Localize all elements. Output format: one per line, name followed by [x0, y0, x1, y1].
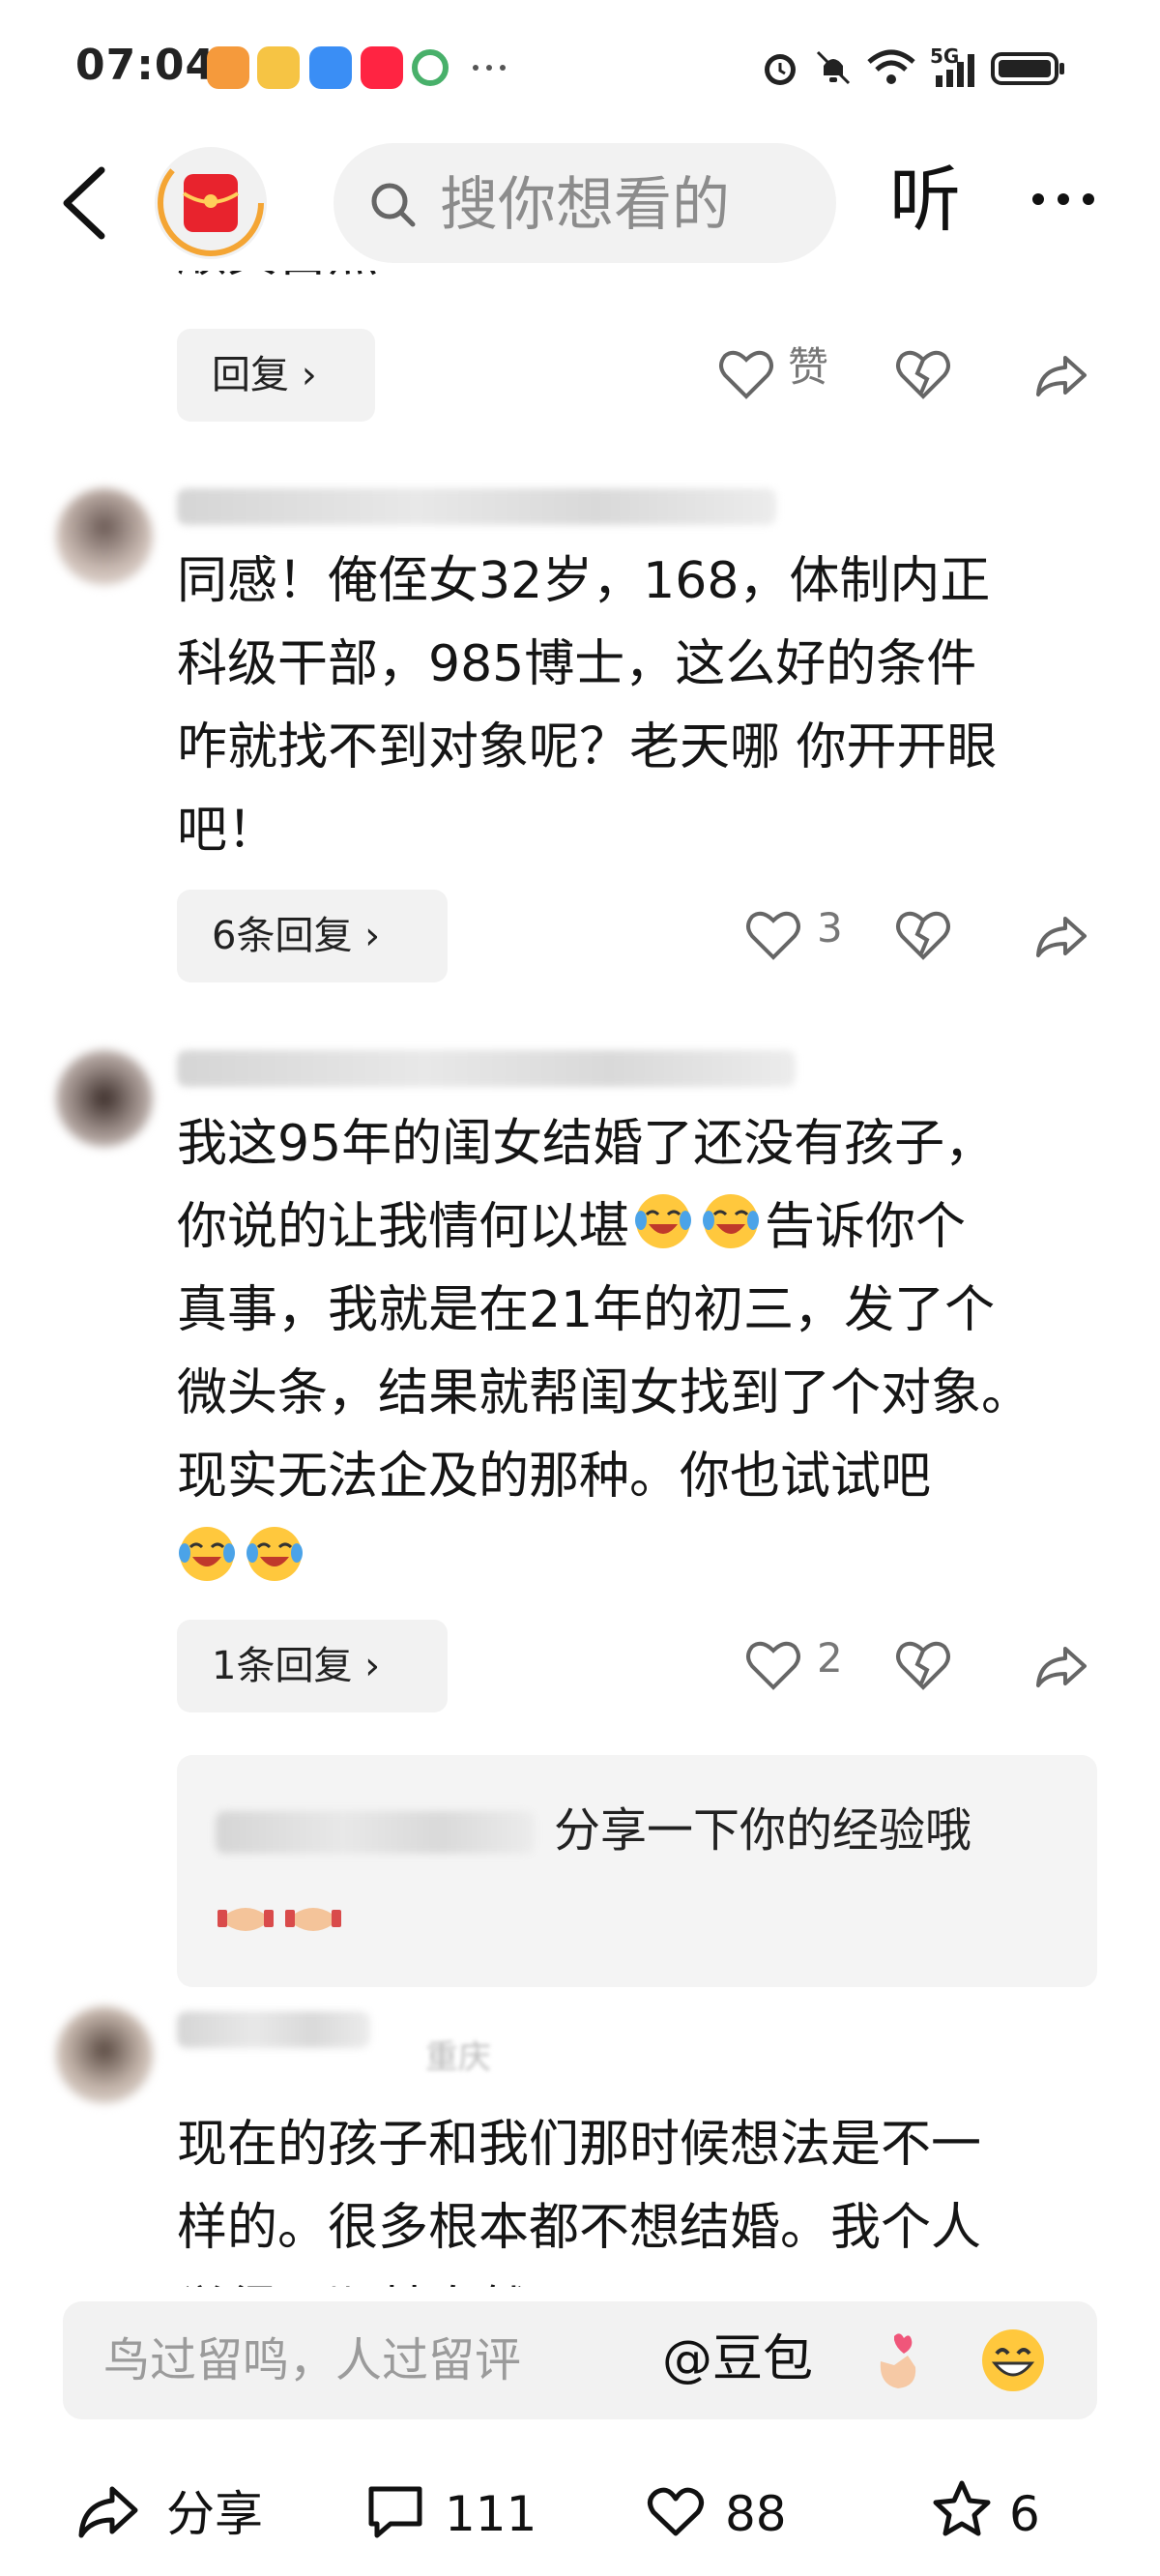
- status-time: 07:04: [75, 41, 217, 90]
- bottom-toolbar: 分享 111 88 6: [0, 2446, 1160, 2576]
- like-label: 赞: [788, 343, 829, 391]
- chevron-right-icon: ›: [364, 914, 381, 958]
- commenter-location: 重庆: [425, 2038, 491, 2077]
- commenter-name-blurred[interactable]: [177, 1050, 796, 1087]
- comment-text: 我这95年的闺女结婚了还没有孩子， 你说的让我情何以堪 告诉你个 真事，我就是在2…: [177, 1102, 1124, 1601]
- comment-text: 顺其自然: [177, 271, 1124, 296]
- nested-reply-preview[interactable]: 分享一下你的经验哦: [177, 1755, 1097, 1987]
- message-app-icon: [309, 46, 352, 89]
- like-icon[interactable]: [744, 897, 802, 975]
- like-icon[interactable]: [744, 1627, 802, 1705]
- comments-count: 111: [445, 2486, 537, 2542]
- comments-button[interactable]: 111: [365, 2464, 559, 2561]
- comment-icon: [368, 2486, 422, 2538]
- favorites-count: 6: [1009, 2486, 1040, 2542]
- wifi-icon: [867, 49, 915, 84]
- share-label: 分享: [166, 2486, 263, 2542]
- dislike-icon[interactable]: [894, 897, 952, 975]
- laughing-crying-emoji-icon: [703, 1194, 760, 1248]
- comment-text: 同感！俺侄女32岁，168，体制内正 科级干部，985博士，这么好的条件 咋就找…: [177, 540, 1124, 872]
- handshake-emoji-icon: [218, 1908, 274, 1931]
- reply-author-blurred: [216, 1811, 535, 1854]
- share-button[interactable]: 分享: [77, 2464, 271, 2561]
- comment-line: 微头条，结果就帮闺女找到了个对象。: [177, 1364, 1032, 1422]
- red-envelope-avatar[interactable]: [155, 147, 267, 259]
- like-count: 3: [817, 904, 843, 951]
- green-app-icon: [412, 49, 449, 86]
- back-arrow-icon[interactable]: [53, 164, 121, 242]
- comment-list[interactable]: 顺其自然 回复 › 赞 同感！俺侄女32岁，168，体制内正 科级干部，985博…: [0, 271, 1160, 2287]
- comment-line: 咋就找不到对象呢？老天哪 你开开眼: [177, 718, 998, 776]
- comment-line: 吧！: [177, 802, 278, 860]
- laughing-crying-emoji-icon: [179, 1527, 235, 1581]
- comment-line: 觉得，顺其自然吧。: [177, 2269, 1124, 2287]
- likes-count: 88: [725, 2486, 787, 2542]
- comment-line: 我这95年的闺女结婚了还没有孩子，: [177, 1115, 996, 1173]
- view-replies-button[interactable]: 1条回复 ›: [177, 1620, 448, 1712]
- reply-count-label: 1条回复: [212, 1644, 353, 1688]
- mute-icon: [816, 50, 851, 85]
- dislike-icon[interactable]: [894, 1627, 952, 1705]
- comment-input[interactable]: 鸟过留鸣，人过留评 @豆包: [63, 2301, 1097, 2419]
- status-bar: 07:04 5G: [0, 0, 1160, 135]
- comment-fragment: 告诉你个: [765, 1198, 967, 1256]
- mention-doubao-button[interactable]: @豆包: [662, 2330, 813, 2388]
- commenter-name-blurred[interactable]: [177, 2011, 370, 2048]
- share-comment-icon[interactable]: [1032, 337, 1090, 414]
- comment-line: 样的。很多根本都不想结婚。我个人: [177, 2199, 982, 2257]
- handshake-emoji-row: [216, 1888, 347, 1948]
- commenter-name-blurred[interactable]: [177, 488, 776, 525]
- star-icon: [933, 2480, 991, 2536]
- comment-line: 同感！俺侄女32岁，168，体制内正: [177, 552, 991, 610]
- grinning-emoji-icon[interactable]: [979, 2327, 1047, 2394]
- reply-count-label: 6条回复: [212, 914, 353, 958]
- search-bar[interactable]: 搜你想看的: [334, 143, 836, 263]
- listen-button[interactable]: 听: [889, 159, 961, 242]
- nested-reply-text: 分享一下你的经验哦: [554, 1803, 972, 1858]
- comment-fragment: 你说的让我情何以堪: [177, 1198, 630, 1256]
- top-nav-bar: 搜你想看的 听: [0, 135, 1160, 271]
- laughing-crying-emoji-icon: [635, 1194, 692, 1248]
- weibo-icon: [257, 46, 300, 89]
- chevron-right-icon: ›: [301, 353, 317, 397]
- commenter-avatar[interactable]: [56, 2006, 153, 2103]
- view-replies-button[interactable]: 6条回复 ›: [177, 890, 448, 982]
- comment-line: 科级干部，985博士，这么好的条件: [177, 635, 977, 693]
- red-envelope-icon: [158, 150, 264, 256]
- like-icon[interactable]: [717, 337, 775, 414]
- laughing-crying-emoji-icon: [246, 1527, 303, 1581]
- reply-label: 回复: [212, 353, 289, 397]
- heart-icon: [648, 2487, 704, 2536]
- favorite-button[interactable]: 6: [930, 2464, 1075, 2561]
- share-comment-icon[interactable]: [1032, 897, 1090, 975]
- commenter-avatar[interactable]: [56, 488, 153, 585]
- share-icon: [78, 2486, 138, 2538]
- finger-heart-emoji-icon[interactable]: [865, 2327, 933, 2394]
- handshake-emoji-icon: [285, 1908, 341, 1931]
- search-icon: [371, 183, 416, 227]
- reply-button[interactable]: 回复 ›: [177, 329, 375, 422]
- dislike-icon[interactable]: [894, 337, 952, 414]
- commenter-avatar[interactable]: [56, 1050, 153, 1147]
- comment-line: 真事，我就是在21年的初三，发了个: [177, 1281, 996, 1339]
- more-notifications-icon: [473, 65, 506, 71]
- chevron-right-icon: ›: [364, 1644, 381, 1688]
- alarm-icon: [765, 54, 796, 85]
- like-count: 2: [817, 1634, 843, 1682]
- comment-line: 你说的让我情何以堪 告诉你个: [177, 1186, 1124, 1269]
- comment-text: 现在的孩子和我们那时候想法是不一 样的。很多根本都不想结婚。我个人 觉得，顺其自…: [177, 2103, 1124, 2287]
- search-placeholder: 搜你想看的: [440, 171, 730, 239]
- comment-line: [177, 1518, 1124, 1601]
- comment-line: 现实无法企及的那种。你也试试吧: [177, 1448, 932, 1506]
- app-notification-icon-1: [207, 46, 249, 89]
- battery-icon: [991, 52, 1064, 85]
- comment-line: 现在的孩子和我们那时候想法是不一: [177, 2116, 982, 2174]
- like-button[interactable]: 88: [646, 2464, 839, 2561]
- cellular-signal-icon: [936, 54, 974, 87]
- share-comment-icon[interactable]: [1032, 1627, 1090, 1705]
- more-options-icon[interactable]: [1025, 170, 1102, 228]
- xiaohongshu-icon: [361, 46, 403, 89]
- comment-input-placeholder: 鸟过留鸣，人过留评: [103, 2333, 522, 2387]
